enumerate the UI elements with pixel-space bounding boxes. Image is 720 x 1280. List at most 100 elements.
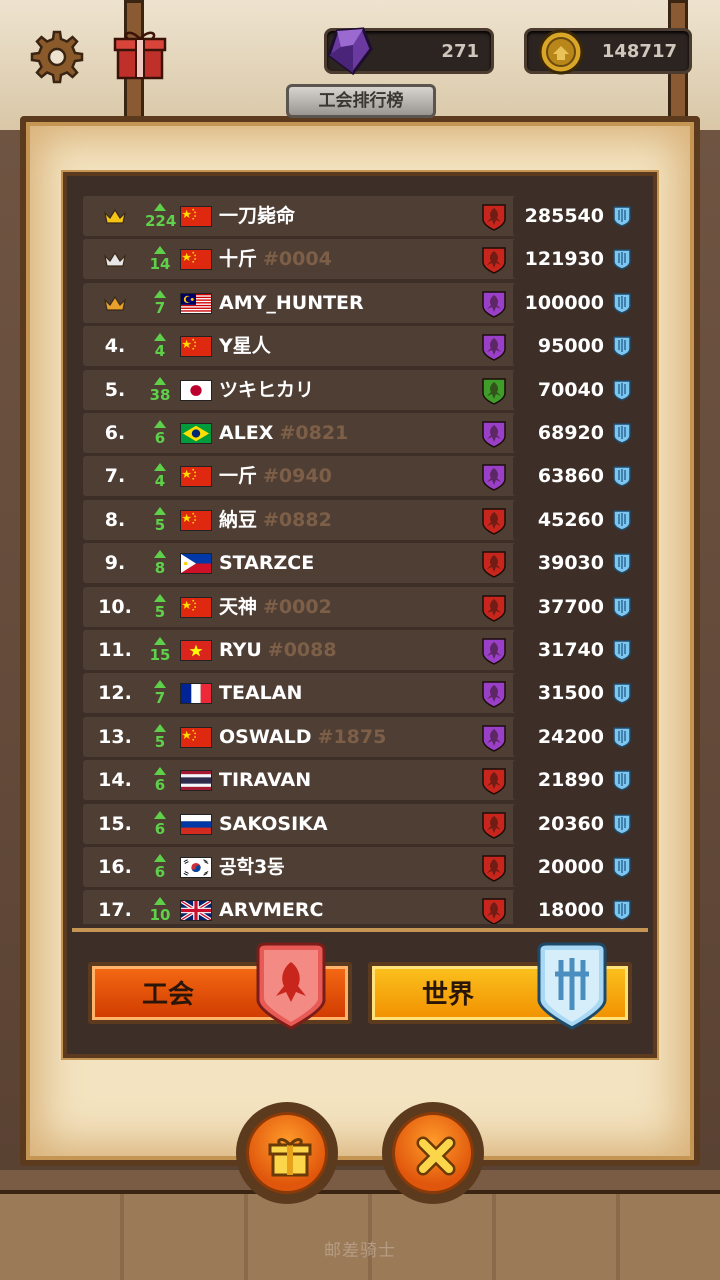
player-tag: #0002 [263, 595, 332, 618]
guild-emblem-green-icon [482, 377, 506, 405]
tab-guild-label: 工会 [142, 980, 195, 1010]
level-number: 6 [154, 429, 166, 447]
panel-title: 工会排行榜 [286, 84, 436, 118]
score-box: 24200 [513, 716, 638, 757]
rank-number: 9. [104, 552, 126, 575]
leaderboard-row[interactable]: 5. 38 ツキヒカリ 70040 [83, 369, 638, 410]
level-up-arrow-icon [154, 680, 166, 689]
level-up-arrow-icon [154, 376, 166, 385]
leaderboard-row[interactable]: 224 一刀毙命 285540 [83, 196, 638, 236]
score-value: 31740 [537, 639, 604, 661]
rank-number: 6. [104, 422, 126, 444]
score-value: 63860 [537, 465, 604, 488]
level-up-arrow-icon [154, 550, 166, 559]
level-up-arrow-icon [154, 420, 166, 428]
level-up-arrow-icon [154, 333, 166, 342]
player-name: RYU #0088 [219, 630, 337, 670]
level-up-arrow-icon [154, 810, 166, 819]
leaderboard-row[interactable]: 9. 8 STARZCE 39030 [83, 543, 638, 584]
leaderboard-row[interactable]: 14 十斤 #0004 121930 [83, 239, 638, 280]
guild-emblem-purple-icon [482, 681, 506, 709]
shield-icon [613, 813, 631, 835]
flag-ph-icon [180, 553, 212, 575]
shield-icon [613, 293, 631, 314]
player-name-text: Y星人 [219, 335, 271, 358]
leaderboard-row[interactable]: 6. 6 ALEX #0821 68920 [83, 413, 638, 453]
level-indicator: 7 [145, 283, 175, 323]
score-box: 100000 [513, 282, 638, 323]
player-name: AMY_HUNTER [219, 283, 364, 323]
leaderboard-row[interactable]: 8. 5 納豆 #0882 45260 [83, 499, 638, 540]
leaderboard-row[interactable]: 7 AMY_HUNTER 100000 [83, 282, 638, 323]
guild-emblem-purple-icon [482, 291, 506, 318]
level-indicator: 38 [145, 370, 175, 410]
score-value: 68920 [537, 422, 604, 444]
player-tag: #0940 [263, 465, 332, 488]
player-name: 十斤 #0004 [219, 239, 332, 279]
guild-emblem-purple-icon [482, 464, 506, 492]
close-button[interactable] [382, 1102, 484, 1204]
score-box: 95000 [513, 326, 638, 367]
leaderboard-row[interactable]: 4. 4 Y星人 95000 [83, 326, 638, 367]
score-value: 39030 [537, 552, 604, 575]
score-value: 45260 [537, 508, 604, 531]
guild-emblem-red-icon [482, 508, 506, 535]
leaderboard-row[interactable]: 14. 6 TIRAVAN 21890 [83, 760, 638, 801]
leaderboard-row[interactable]: 17. 10 ARVMERC 18000 [83, 890, 638, 924]
player-name: STARZCE [219, 543, 314, 583]
leaderboard-row[interactable]: 15. 6 SAKOSIKA 20360 [83, 803, 638, 844]
level-indicator: 6 [145, 413, 175, 453]
leaderboard-row[interactable]: 7. 4 一斤 #0940 63860 [83, 456, 638, 497]
flag-gb-icon [180, 900, 212, 922]
leaderboard-row[interactable]: 13. 5 OSWALD #1875 24200 [83, 716, 638, 757]
leaderboard-row[interactable]: 11. 15 RYU #0088 31740 [83, 630, 638, 670]
level-number: 15 [149, 646, 171, 664]
level-number: 6 [154, 819, 166, 838]
player-name-text: 一斤 [219, 465, 258, 488]
level-indicator: 6 [145, 847, 175, 887]
gift-shop-icon[interactable] [112, 26, 168, 82]
leaderboard-list[interactable]: 224 一刀毙命 285540 14 十斤 #0004 121930 7 AMY_HUNTER 1… [83, 196, 638, 924]
level-indicator: 6 [145, 804, 175, 844]
shield-icon [613, 596, 631, 618]
level-number: 5 [154, 732, 166, 751]
score-box: 39030 [513, 543, 638, 584]
level-number: 38 [149, 385, 171, 404]
rank-number: 5. [104, 378, 126, 401]
level-up-arrow-icon [154, 289, 166, 298]
score-box: 31740 [513, 630, 638, 670]
shield-icon [613, 727, 631, 748]
leaderboard-row[interactable]: 16. 6 공학3동 20000 [83, 847, 638, 887]
shield-icon [613, 683, 631, 705]
flag-th-icon [180, 770, 212, 792]
rank-number: 10. [98, 595, 132, 618]
shield-icon [613, 640, 631, 661]
rank-number: 16. [98, 856, 132, 878]
leaderboard-row[interactable]: 10. 5 天神 #0002 37700 [83, 586, 638, 627]
score-value: 31500 [537, 682, 604, 705]
guild-emblem-red-icon [482, 594, 506, 622]
player-name: ツキヒカリ [219, 370, 314, 410]
player-tag: #0821 [279, 422, 349, 444]
watermark-text: 邮差骑士 [324, 1241, 396, 1261]
flag-jp-icon [180, 379, 212, 401]
player-name-text: TEALAN [219, 682, 303, 705]
leaderboard-row[interactable]: 12. 7 TEALAN 31500 [83, 673, 638, 714]
level-indicator: 4 [145, 326, 175, 366]
level-indicator: 8 [145, 543, 175, 583]
divider [72, 928, 648, 932]
guild-emblem-red-icon [482, 247, 506, 275]
score-box: 21890 [513, 760, 638, 801]
guild-emblem-icon [256, 942, 326, 1030]
gift-button[interactable] [236, 1102, 338, 1204]
gift-icon [268, 1138, 312, 1177]
gear-icon[interactable] [30, 30, 84, 84]
score-value: 20000 [537, 856, 604, 878]
guild-emblem-red-icon [482, 898, 506, 924]
score-value: 70040 [537, 378, 604, 401]
player-tag: #0882 [263, 508, 332, 531]
player-name-text: 十斤 [219, 248, 258, 271]
crown-bronze-icon [104, 295, 126, 311]
guild-emblem-red-icon [482, 855, 506, 882]
coin-icon [538, 29, 584, 75]
